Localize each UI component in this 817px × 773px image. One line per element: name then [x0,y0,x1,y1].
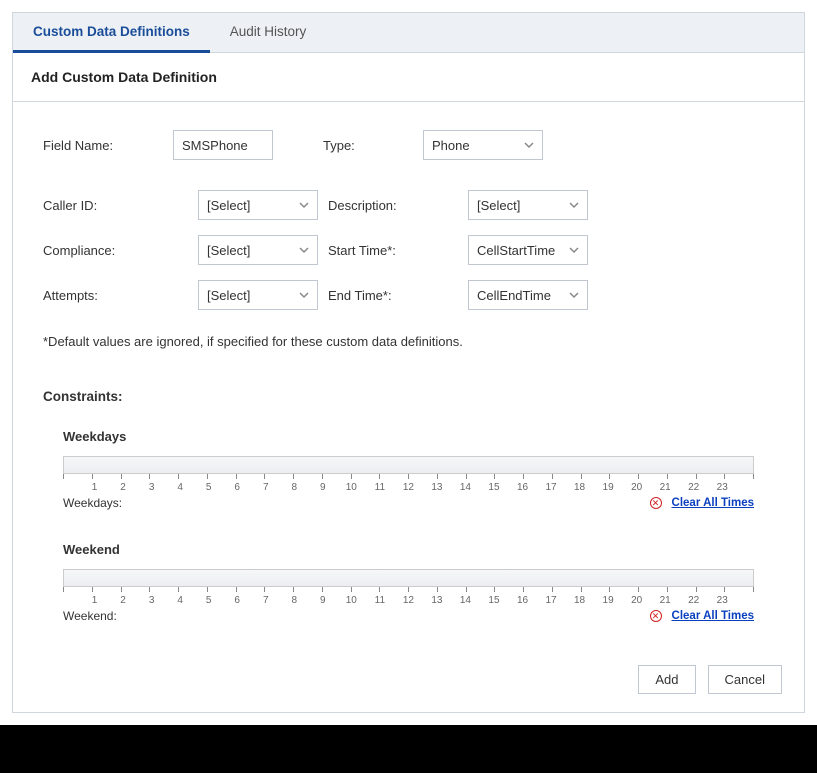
chevron-down-icon [299,200,309,210]
caller-id-label: Caller ID: [43,198,198,213]
chevron-down-icon [569,200,579,210]
description-label: Description: [328,198,468,213]
default-values-note: *Default values are ignored, if specifie… [43,334,774,349]
weekdays-title: Weekdays [63,429,754,444]
weekdays-time-slider[interactable] [63,456,754,474]
cancel-button[interactable]: Cancel [708,665,782,694]
compliance-label: Compliance: [43,243,198,258]
end-time-label: End Time*: [328,288,468,303]
chevron-down-icon [299,290,309,300]
chevron-down-icon [569,290,579,300]
field-name-label: Field Name: [43,138,173,153]
clear-weekdays-link[interactable]: Clear All Times [672,497,754,509]
caller-id-value: [Select] [207,198,250,213]
page-title: Add Custom Data Definition [13,53,804,102]
clear-weekdays-icon[interactable]: ✕ [650,497,662,509]
type-select[interactable]: Phone [423,130,543,160]
attempts-select[interactable]: [Select] [198,280,318,310]
type-select-value: Phone [432,138,470,153]
weekend-title: Weekend [63,542,754,557]
description-select[interactable]: [Select] [468,190,588,220]
weekend-time-slider[interactable] [63,569,754,587]
chevron-down-icon [299,245,309,255]
clear-weekend-link[interactable]: Clear All Times [672,610,754,622]
start-time-select[interactable]: CellStartTime [468,235,588,265]
constraints-title: Constraints: [43,389,774,404]
chevron-down-icon [524,140,534,150]
field-name-input[interactable] [173,130,273,160]
clear-weekend-icon[interactable]: ✕ [650,610,662,622]
end-time-value: CellEndTime [477,288,551,303]
description-value: [Select] [477,198,520,213]
weekdays-ticks [63,474,754,479]
type-label: Type: [323,138,423,153]
compliance-select[interactable]: [Select] [198,235,318,265]
tab-bar: Custom Data Definitions Audit History [13,13,804,53]
tab-custom-data-definitions[interactable]: Custom Data Definitions [13,13,210,53]
add-button[interactable]: Add [638,665,695,694]
weekdays-row-label: Weekdays: [63,496,122,510]
chevron-down-icon [569,245,579,255]
start-time-value: CellStartTime [477,243,555,258]
end-time-select[interactable]: CellEndTime [468,280,588,310]
attempts-value: [Select] [207,288,250,303]
weekend-ticks [63,587,754,592]
attempts-label: Attempts: [43,288,198,303]
start-time-label: Start Time*: [328,243,468,258]
compliance-value: [Select] [207,243,250,258]
weekend-row-label: Weekend: [63,609,117,623]
tab-audit-history[interactable]: Audit History [210,13,327,53]
caller-id-select[interactable]: [Select] [198,190,318,220]
